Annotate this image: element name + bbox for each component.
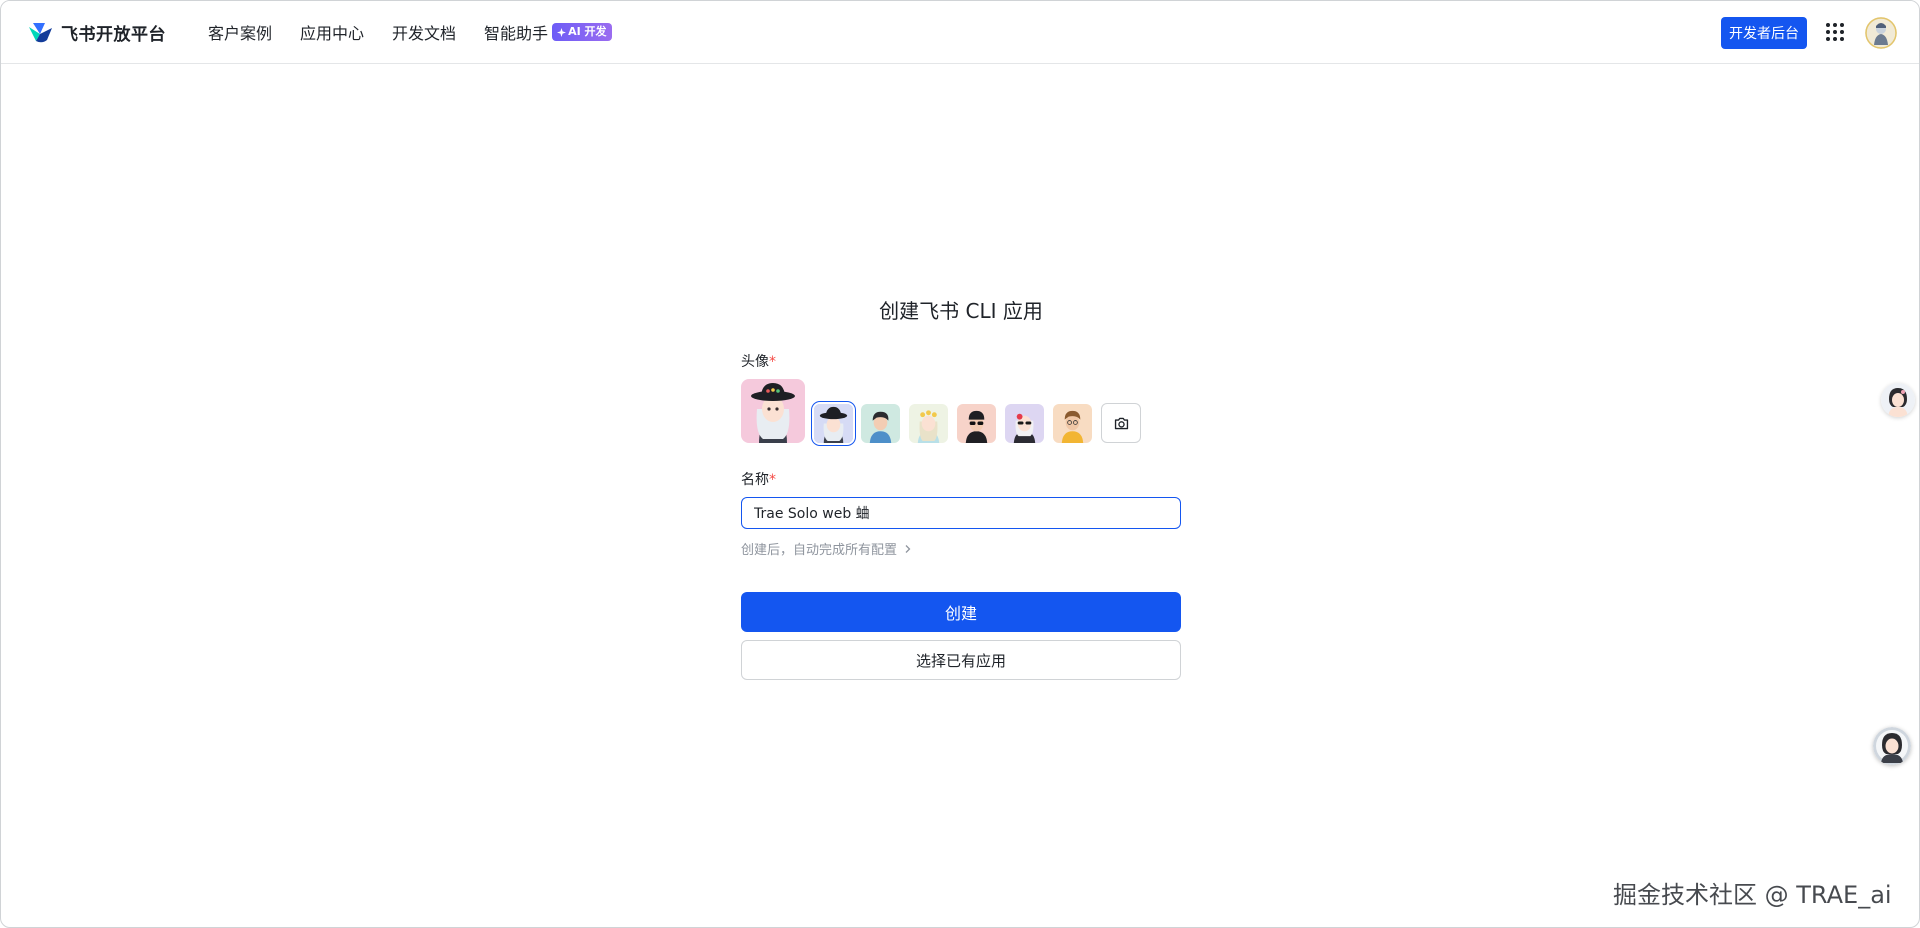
developer-console-button[interactable]: 开发者后台 xyxy=(1721,17,1807,49)
feishu-logo-icon xyxy=(27,21,53,45)
upload-avatar-button[interactable] xyxy=(1101,403,1141,443)
avatar-label-text: 头像 xyxy=(741,354,769,370)
floating-chat-avatar[interactable] xyxy=(1873,727,1911,765)
nav-ai-assistant[interactable]: 智能助手 AI 开发 xyxy=(484,20,612,44)
avatar-option-2[interactable] xyxy=(861,404,900,443)
avatar-option-6[interactable] xyxy=(1053,404,1092,443)
avatar-option-4[interactable] xyxy=(957,404,996,443)
required-mark: * xyxy=(769,354,776,370)
sparkle-icon xyxy=(557,27,567,37)
name-label-text: 名称 xyxy=(741,472,769,488)
nav-customer-cases[interactable]: 客户案例 xyxy=(208,20,272,44)
create-button[interactable]: 创建 xyxy=(741,592,1181,632)
brand-name: 飞书开放平台 xyxy=(61,25,166,45)
nav-dev-docs[interactable]: 开发文档 xyxy=(392,20,456,44)
main-nav: 客户案例 应用中心 开发文档 智能助手 AI 开发 xyxy=(208,1,640,63)
app-name-input[interactable] xyxy=(741,497,1181,529)
top-navigation-bar: 飞书开放平台 客户案例 应用中心 开发文档 智能助手 AI 开发 开发者后台 xyxy=(1,1,1919,64)
camera-icon xyxy=(1113,415,1130,432)
floating-assistant-avatar[interactable] xyxy=(1881,383,1915,417)
avatar-option-1[interactable] xyxy=(814,404,853,443)
select-existing-app-button[interactable]: 选择已有应用 xyxy=(741,640,1181,680)
nav-app-center[interactable]: 应用中心 xyxy=(300,20,364,44)
auto-config-hint[interactable]: 创建后，自动完成所有配置 xyxy=(741,539,913,558)
nav-ai-assistant-label: 智能助手 xyxy=(484,24,549,43)
browser-frame: 飞书开放平台 客户案例 应用中心 开发文档 智能助手 AI 开发 开发者后台 创… xyxy=(0,0,1920,928)
avatar-option-5[interactable] xyxy=(1005,404,1044,443)
auto-config-hint-text: 创建后，自动完成所有配置 xyxy=(741,543,898,558)
chevron-right-icon xyxy=(903,544,913,554)
page-title: 创建飞书 CLI 应用 xyxy=(879,299,1043,323)
avatar-preview xyxy=(741,379,805,443)
ai-badge-label: AI 开发 xyxy=(568,25,607,38)
user-avatar[interactable] xyxy=(1865,17,1897,49)
ai-dev-badge: AI 开发 xyxy=(552,23,612,41)
avatar-label: 头像* xyxy=(741,351,776,371)
brand[interactable]: 飞书开放平台 xyxy=(27,20,166,45)
watermark: 掘金技术社区 @ TRAE_ai xyxy=(1613,881,1892,909)
apps-grid-icon[interactable] xyxy=(1826,23,1844,41)
avatar-option-3[interactable] xyxy=(909,404,948,443)
required-mark: * xyxy=(769,472,776,488)
name-label: 名称* xyxy=(741,469,776,489)
